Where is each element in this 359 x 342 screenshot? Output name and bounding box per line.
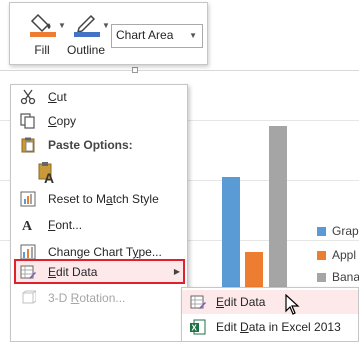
- menu-item-paste-options: Paste Options:: [10, 134, 188, 156]
- reset-style-icon: [20, 191, 36, 207]
- menu-item-reset-style[interactable]: Reset to Match Style: [10, 188, 188, 210]
- submenu-item-label: Edit Data in Excel 2013: [216, 320, 341, 334]
- legend-label: Appl: [332, 248, 357, 262]
- mouse-pointer-icon: [285, 294, 300, 315]
- menu-item-3d-rotation[interactable]: 3-D Rotation...: [10, 287, 188, 309]
- menu-item-label: Paste Options:: [48, 138, 133, 152]
- svg-text:A: A: [44, 170, 54, 185]
- submenu-item-edit-data-excel[interactable]: X Edit Data in Excel 2013: [182, 315, 358, 339]
- chart-resize-handle[interactable]: [132, 67, 138, 73]
- menu-item-label: Reset to Match Style: [48, 192, 159, 206]
- font-icon: A: [22, 219, 33, 233]
- menu-item-label: Cut: [48, 90, 67, 104]
- chevron-down-icon: ▼: [189, 31, 197, 40]
- pen-icon: [74, 14, 100, 37]
- scissors-icon: [20, 89, 36, 105]
- paste-keep-text-button[interactable]: A: [36, 161, 58, 186]
- submenu-item-edit-data[interactable]: Edit Data: [182, 290, 358, 314]
- svg-text:A: A: [22, 219, 33, 233]
- menu-item-label: 3-D Rotation...: [48, 291, 126, 305]
- svg-text:X: X: [192, 324, 198, 333]
- paint-bucket-icon: [30, 13, 56, 37]
- outline-label: Outline: [66, 43, 106, 57]
- copy-icon: [20, 113, 35, 129]
- legend-label: Grap: [332, 224, 359, 238]
- edit-data-icon: [20, 265, 36, 279]
- menu-item-label: Change Chart Type...: [48, 245, 162, 259]
- menu-item-label: Copy: [48, 114, 77, 128]
- chart-type-icon: [20, 244, 36, 260]
- chevron-down-icon: ▼: [102, 21, 110, 30]
- legend-swatch: [317, 227, 326, 236]
- menu-item-copy[interactable]: Copy: [10, 110, 188, 132]
- chevron-right-icon: ▶: [173, 267, 180, 276]
- menu-item-label-rest: ut: [56, 90, 67, 104]
- menu-item-edit-data[interactable]: Edit Data ▶: [10, 261, 188, 283]
- chart-border-top: [0, 70, 359, 71]
- mini-toolbar: ▼ Fill ▼ Outline Chart Area ▼: [9, 2, 208, 65]
- menu-item-font[interactable]: A Font...: [10, 214, 188, 236]
- legend-swatch: [317, 251, 326, 260]
- legend-swatch: [317, 273, 326, 282]
- legend-label: Bana: [332, 270, 359, 284]
- menu-item-cut[interactable]: Cut: [10, 86, 188, 108]
- chevron-down-icon: ▼: [58, 21, 66, 30]
- submenu-item-label: Edit Data: [216, 295, 266, 309]
- clipboard-text-icon: A: [38, 162, 54, 186]
- chart-element-select[interactable]: Chart Area ▼: [111, 24, 203, 48]
- clipboard-icon: [21, 137, 35, 153]
- menu-item-label: Edit Data: [48, 265, 98, 279]
- excel-icon: X: [190, 319, 206, 335]
- edit-data-icon: [190, 295, 206, 309]
- menu-item-label: Font...: [48, 218, 83, 232]
- rotation-icon: [22, 290, 36, 304]
- edit-data-submenu: Edit Data X Edit Data in Excel 2013: [181, 287, 359, 342]
- chart-element-select-value: Chart Area: [116, 28, 174, 42]
- fill-button[interactable]: ▼ Fill: [22, 9, 66, 61]
- outline-button[interactable]: ▼ Outline: [66, 9, 110, 61]
